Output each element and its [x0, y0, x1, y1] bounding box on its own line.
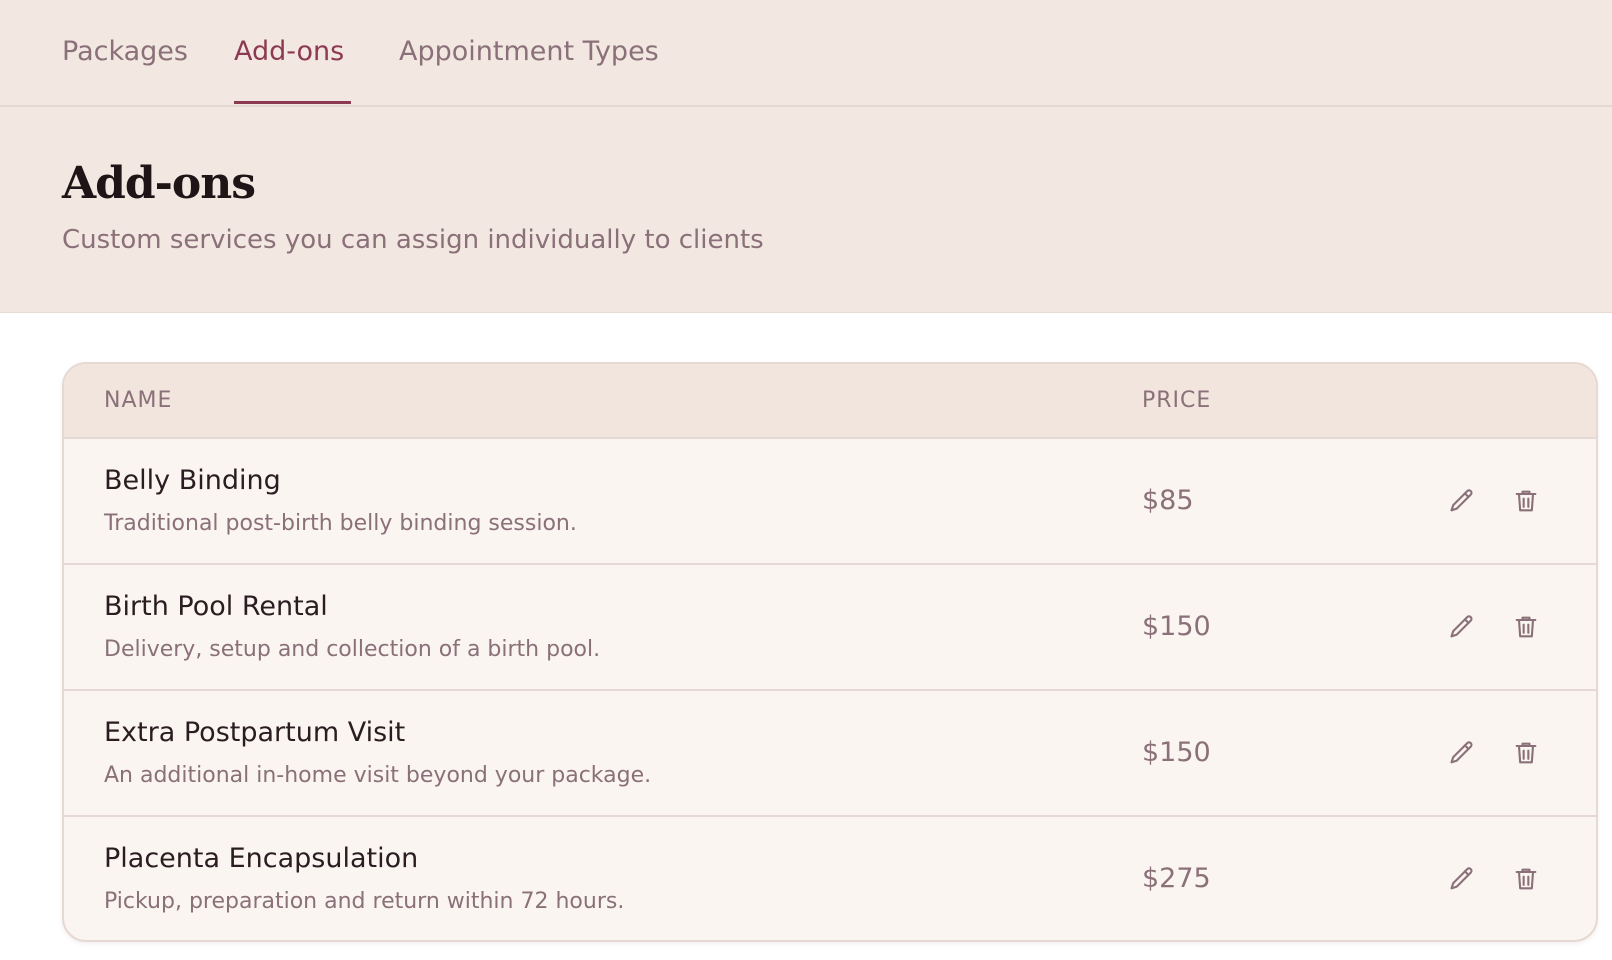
active-tab-indicator: [234, 101, 351, 104]
table-header: NAME PRICE: [64, 364, 1596, 439]
add-on-description: An additional in-home visit beyond your …: [104, 763, 652, 788]
delete-button[interactable]: [1508, 735, 1544, 771]
add-on-name: Extra Postpartum Visit: [104, 717, 406, 748]
edit-button[interactable]: [1444, 483, 1480, 519]
trash-icon: [1515, 868, 1537, 890]
page-subtitle: Custom services you can assign individua…: [62, 225, 764, 255]
pencil-icon: [1450, 867, 1473, 890]
edit-button[interactable]: [1444, 861, 1480, 897]
add-on-description: Pickup, preparation and return within 72…: [104, 889, 625, 914]
pencil-icon: [1450, 741, 1473, 764]
tab-appointment-types[interactable]: Appointment Types: [399, 32, 659, 72]
page-title: Add-ons: [62, 158, 256, 209]
column-header-price: PRICE: [1142, 388, 1212, 413]
tab-packages[interactable]: Packages: [62, 32, 188, 72]
add-on-name: Belly Binding: [104, 465, 281, 496]
add-on-description: Delivery, setup and collection of a birt…: [104, 637, 601, 662]
table-row: Extra Postpartum Visit An additional in-…: [64, 691, 1596, 817]
add-on-price: $85: [1142, 485, 1194, 516]
add-on-price: $150: [1142, 737, 1211, 768]
add-on-description: Traditional post-birth belly binding ses…: [104, 511, 577, 536]
delete-button[interactable]: [1508, 861, 1544, 897]
add-on-price: $275: [1142, 863, 1211, 894]
tab-add-ons[interactable]: Add-ons: [234, 32, 344, 72]
delete-button[interactable]: [1508, 609, 1544, 645]
trash-icon: [1515, 742, 1537, 764]
trash-icon: [1515, 490, 1537, 512]
add-on-name: Birth Pool Rental: [104, 591, 328, 622]
column-header-name: NAME: [104, 388, 173, 413]
pencil-icon: [1450, 489, 1473, 512]
table-row: Birth Pool Rental Delivery, setup and co…: [64, 565, 1596, 691]
tab-bar: Packages Add-ons Appointment Types: [0, 0, 1612, 107]
delete-button[interactable]: [1508, 483, 1544, 519]
page-header: Add-ons Custom services you can assign i…: [0, 107, 1612, 313]
table-row: Belly Binding Traditional post-birth bel…: [64, 439, 1596, 565]
edit-button[interactable]: [1444, 735, 1480, 771]
table-row: Placenta Encapsulation Pickup, preparati…: [64, 817, 1596, 940]
edit-button[interactable]: [1444, 609, 1480, 645]
add-ons-table: NAME PRICE Belly Binding Traditional pos…: [62, 362, 1598, 942]
add-on-price: $150: [1142, 611, 1211, 642]
add-on-name: Placenta Encapsulation: [104, 843, 419, 874]
pencil-icon: [1450, 615, 1473, 638]
trash-icon: [1515, 616, 1537, 638]
